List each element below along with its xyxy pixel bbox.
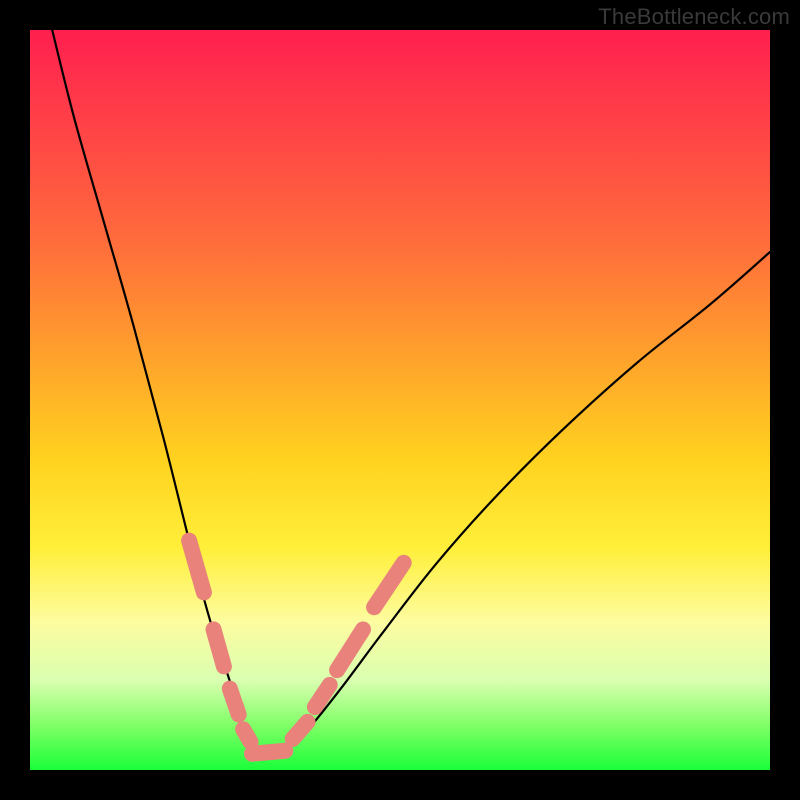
overlay-left-upper — [189, 541, 204, 593]
overlay-left-low2 — [243, 729, 250, 742]
watermark-text: TheBottleneck.com — [598, 4, 790, 30]
overlay-bottom — [252, 751, 285, 754]
overlay-left-mid — [214, 629, 224, 666]
overlay-right-upper — [374, 563, 404, 607]
chart-svg — [30, 30, 770, 770]
bottleneck-curve — [52, 30, 770, 756]
overlay-left-low1 — [230, 689, 239, 715]
overlay-right-low1 — [293, 722, 308, 739]
chart-outer-frame: TheBottleneck.com — [0, 0, 800, 800]
overlay-right-low2 — [315, 685, 330, 707]
chart-plot-area — [30, 30, 770, 770]
